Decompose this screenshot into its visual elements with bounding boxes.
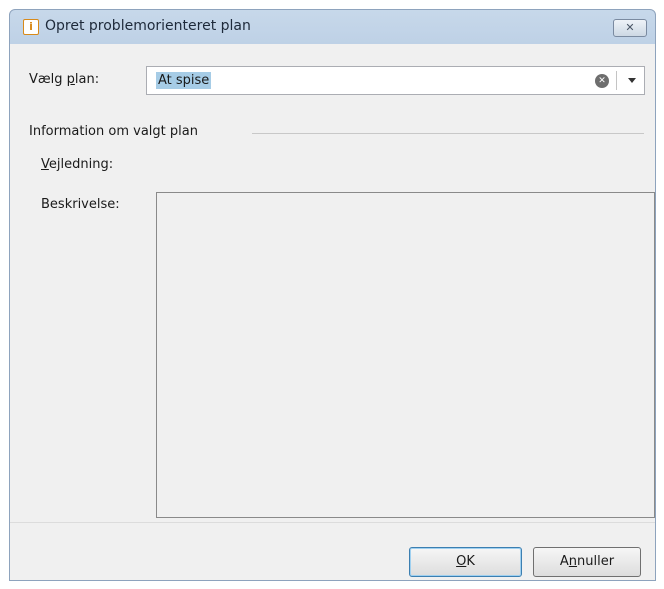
plan-label: Vælg plan:	[29, 72, 100, 87]
chevron-down-icon[interactable]	[628, 78, 636, 83]
title-bar[interactable]: ⅰ Opret problemorienteret plan ✕	[10, 10, 655, 44]
cancel-button[interactable]: Annuller	[533, 547, 641, 577]
ok-button[interactable]: OK	[409, 547, 522, 577]
close-button[interactable]: ✕	[613, 19, 647, 37]
button-bar: OK Annuller	[10, 522, 655, 580]
window-title: Opret problemorienteret plan	[45, 18, 251, 34]
description-box	[156, 192, 655, 518]
description-label: Beskrivelse:	[41, 197, 120, 212]
group-divider	[252, 133, 644, 134]
guide-label: Vejledning:	[41, 157, 114, 172]
plan-combobox-value[interactable]: At spise	[156, 72, 212, 89]
group-title: Information om valgt plan	[29, 124, 198, 139]
plan-combobox[interactable]: At spise ✕	[146, 66, 645, 95]
dialog-content: Vælg plan: At spise ✕ Information om val…	[18, 44, 655, 522]
document-icon: ⅰ	[23, 19, 39, 35]
dialog-window: ⅰ Opret problemorienteret plan ✕ Vælg pl…	[9, 9, 656, 581]
combobox-separator	[616, 71, 617, 90]
clear-icon[interactable]: ✕	[595, 74, 609, 88]
